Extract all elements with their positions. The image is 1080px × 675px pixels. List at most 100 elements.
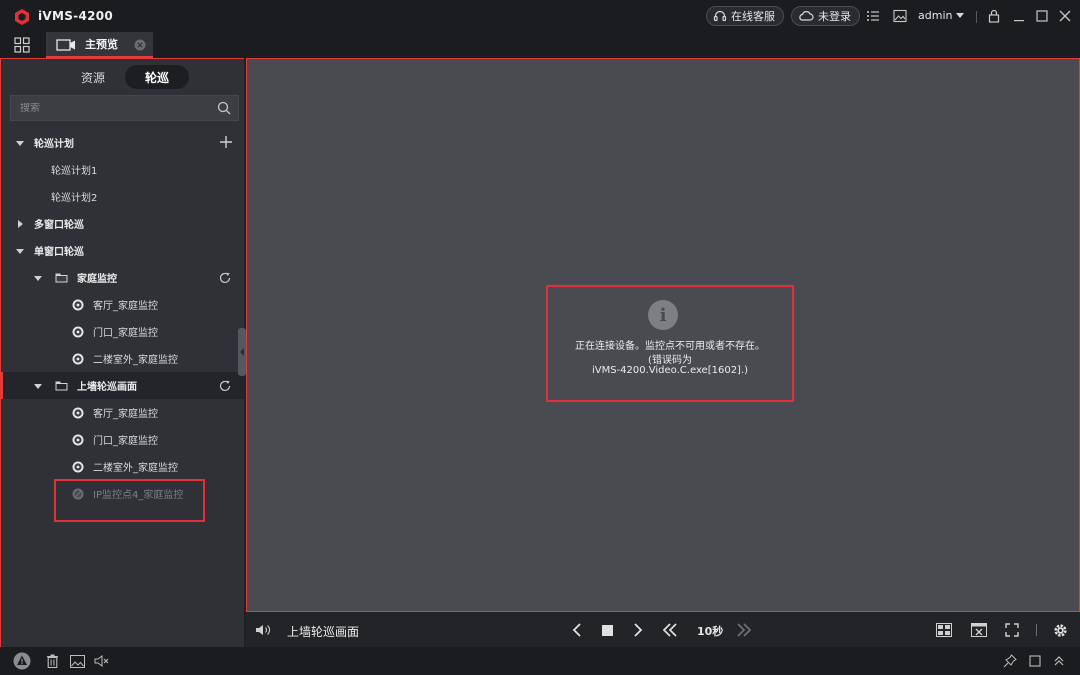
picture-button[interactable] — [891, 7, 909, 25]
tree-node-patrol-plan[interactable]: 轮巡计划 — [1, 129, 244, 156]
video-viewport[interactable]: i 正在连接设备。监控点不可用或者不存在。 (错误码为 iVMS-4200.Vi… — [246, 58, 1080, 612]
toolbar-separator — [1036, 624, 1037, 636]
alarm-sound-button[interactable] — [93, 652, 111, 670]
tree-camera-label: 客厅_家庭监控 — [93, 301, 158, 312]
alarm-button[interactable] — [13, 652, 31, 670]
chevron-left-icon — [240, 348, 244, 356]
tree-node-label: 单窗口轮巡 — [34, 247, 84, 258]
tree-camera-living-room[interactable]: 客厅_家庭监控 — [1, 399, 244, 426]
close-all-windows-button[interactable] — [971, 622, 987, 638]
speaker-icon — [256, 625, 270, 635]
tree-node-single-window[interactable]: 单窗口轮巡 — [1, 237, 244, 264]
tree-item-label: 轮巡计划1 — [51, 166, 98, 177]
maximize-button[interactable] — [1033, 7, 1051, 25]
segment-resources[interactable]: 资源 — [61, 65, 125, 89]
close-icon — [1059, 10, 1071, 22]
error-code-line: iVMS-4200.Video.C.exe[1602].) — [591, 365, 749, 376]
user-name[interactable]: admin — [918, 9, 952, 22]
online-service-label: 在线客服 — [731, 10, 775, 23]
mute-icon — [94, 655, 109, 667]
tree-node-label: 多窗口轮巡 — [34, 220, 84, 231]
search-box — [10, 95, 239, 121]
tree-camera-doorway[interactable]: 门口_家庭监控 — [1, 426, 244, 453]
lock-button[interactable] — [985, 7, 1003, 25]
close-button[interactable] — [1056, 7, 1074, 25]
stop-button[interactable] — [599, 622, 615, 638]
expand-panel-button[interactable] — [1050, 652, 1068, 670]
caret-expanded-icon[interactable] — [34, 274, 42, 282]
login-button[interactable]: 未登录 — [791, 6, 860, 26]
error-message-box: i 正在连接设备。监控点不可用或者不存在。 (错误码为 iVMS-4200.Vi… — [546, 285, 794, 402]
tree-node-label: 轮巡计划 — [34, 139, 74, 150]
tree-camera-label: 门口_家庭监控 — [93, 436, 158, 447]
search-icon — [217, 101, 231, 115]
folder-icon — [55, 381, 68, 390]
pin-button[interactable] — [1001, 652, 1019, 670]
info-icon: i — [648, 300, 678, 330]
tree-camera-living-room[interactable]: 客厅_家庭监控 — [1, 291, 244, 318]
warning-icon — [13, 652, 31, 670]
trash-icon — [46, 654, 58, 668]
restore-window-button[interactable] — [1026, 652, 1044, 670]
maximize-icon — [1036, 10, 1048, 22]
headset-icon — [713, 10, 727, 22]
alarm-picture-button[interactable] — [68, 652, 86, 670]
task-list-button[interactable] — [864, 7, 882, 25]
tree-node-multi-window[interactable]: 多窗口轮巡 — [1, 210, 244, 237]
list-icon — [867, 11, 879, 21]
video-camera-icon — [56, 39, 75, 51]
clear-alarms-button[interactable] — [43, 652, 61, 670]
volume-button[interactable] — [255, 622, 271, 638]
slower-interval-button[interactable] — [662, 622, 678, 638]
patrol-interval: 10秒 — [697, 625, 724, 638]
faster-interval-button[interactable] — [736, 622, 752, 638]
tab-main-preview[interactable]: 主预览 — [46, 32, 153, 58]
online-service-button[interactable]: 在线客服 — [706, 6, 784, 26]
tree-group-home-monitoring[interactable]: 家庭监控 — [1, 264, 244, 291]
caret-down-icon[interactable] — [956, 13, 964, 19]
caret-expanded-icon[interactable] — [16, 247, 24, 255]
previous-button[interactable] — [569, 622, 585, 638]
search-button[interactable] — [214, 98, 234, 118]
title-bar: iVMS-4200 在线客服 未登录 admin — [0, 0, 1080, 32]
tree-camera-upstairs-outdoor[interactable]: 二楼室外_家庭监控 — [1, 345, 244, 372]
caret-expanded-icon[interactable] — [34, 382, 42, 390]
camera-channel-icon — [72, 299, 84, 310]
refresh-icon[interactable] — [218, 379, 232, 393]
highlight-annotation-box — [54, 479, 205, 522]
tree-item-label: 轮巡计划2 — [51, 193, 98, 204]
caret-expanded-icon[interactable] — [16, 139, 24, 147]
settings-button[interactable] — [1052, 622, 1068, 638]
sidebar-segmented-control: 资源 轮巡 — [61, 65, 189, 89]
chevron-right-icon — [634, 623, 643, 637]
sidebar-collapse-handle[interactable] — [238, 328, 246, 376]
window-icon — [1029, 655, 1041, 667]
tree-item-patrol-plan-2[interactable]: 轮巡计划2 — [1, 183, 244, 210]
app-logo-icon — [15, 9, 29, 25]
tab-label: 主预览 — [85, 38, 118, 51]
add-icon[interactable] — [219, 135, 233, 149]
refresh-icon[interactable] — [218, 271, 232, 285]
tab-close-icon[interactable] — [134, 39, 146, 51]
caret-collapsed-icon[interactable] — [16, 219, 24, 228]
tree-camera-label: 二楼室外_家庭监控 — [93, 463, 178, 474]
tree-group-label: 上墙轮巡画面 — [77, 382, 137, 393]
tree-camera-doorway[interactable]: 门口_家庭监控 — [1, 318, 244, 345]
playback-toolbar: 上墙轮巡画面 10秒 — [246, 612, 1080, 647]
window-layout-button[interactable] — [936, 622, 952, 638]
tree-camera-upstairs-outdoor[interactable]: 二楼室外_家庭监控 — [1, 453, 244, 480]
sidebar: 资源 轮巡 轮巡计划 轮巡计划1 轮巡计划2 多窗口轮巡 单窗口轮巡 — [0, 58, 244, 647]
minimize-button[interactable] — [1010, 7, 1028, 25]
tree-camera-label: 客厅_家庭监控 — [93, 409, 158, 420]
modules-grid-icon[interactable] — [13, 36, 31, 54]
image-icon — [893, 9, 907, 23]
current-view-title: 上墙轮巡画面 — [287, 625, 360, 639]
fullscreen-button[interactable] — [1004, 622, 1020, 638]
tree-item-patrol-plan-1[interactable]: 轮巡计划1 — [1, 156, 244, 183]
segment-patrol[interactable]: 轮巡 — [125, 65, 189, 89]
search-input[interactable] — [11, 102, 214, 114]
next-button[interactable] — [630, 622, 646, 638]
camera-channel-icon — [72, 461, 84, 472]
tree-group-wall-patrol[interactable]: 上墙轮巡画面 — [1, 372, 244, 399]
fullscreen-icon — [1005, 623, 1019, 637]
